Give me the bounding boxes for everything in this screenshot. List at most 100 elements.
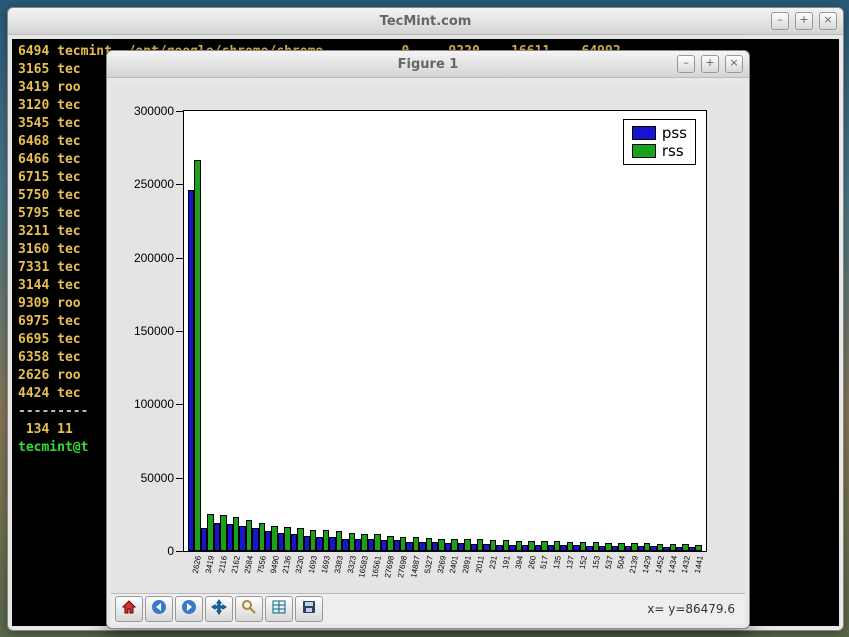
bar-group <box>650 111 663 551</box>
bar-group <box>599 111 612 551</box>
figure-close-button[interactable]: × <box>725 55 743 73</box>
y-tick-label: 0 <box>167 544 174 558</box>
forward-button[interactable] <box>175 596 203 622</box>
bar-group <box>355 111 368 551</box>
y-tick <box>176 478 184 479</box>
configure-icon <box>271 599 287 619</box>
legend-entry-pss: pss <box>632 124 687 142</box>
terminal-maximize-button[interactable]: + <box>795 12 813 30</box>
x-tick-label: 2136 <box>281 555 293 574</box>
bar-group <box>304 111 317 551</box>
y-tick-label: 50000 <box>141 471 174 485</box>
bar-group <box>689 111 702 551</box>
x-tick-label: 2139 <box>628 555 640 574</box>
arrow-right-icon <box>181 599 197 619</box>
x-tick-label: 14887 <box>409 555 422 578</box>
y-tick-label: 250000 <box>134 177 174 191</box>
terminal-minimize-button[interactable]: – <box>771 12 789 30</box>
move-icon <box>211 599 227 619</box>
y-tick-label: 100000 <box>134 397 174 411</box>
y-tick-label: 200000 <box>134 251 174 265</box>
x-tick-label: 1693 <box>320 555 332 574</box>
bar-rss <box>695 545 701 551</box>
bar-group <box>535 111 548 551</box>
bar-group <box>227 111 240 551</box>
y-tick <box>176 258 184 259</box>
x-tick-label: 2891 <box>461 555 473 574</box>
bar-group <box>214 111 227 551</box>
bar-group <box>625 111 638 551</box>
x-tick-label: 1434 <box>667 555 679 574</box>
x-tick-label: 9490 <box>268 555 280 574</box>
bar-group <box>394 111 407 551</box>
y-tick-label: 300000 <box>134 104 174 118</box>
x-tick-label: 1693 <box>307 555 319 574</box>
terminal-close-button[interactable]: × <box>819 12 837 30</box>
x-tick-label: 27698 <box>383 555 396 578</box>
bar-group <box>676 111 689 551</box>
save-icon <box>301 599 317 619</box>
bar-group <box>445 111 458 551</box>
figure-title: Figure 1 <box>107 57 749 72</box>
bar-group <box>239 111 252 551</box>
figure-canvas: 050000100000150000200000250000300000 262… <box>111 82 745 593</box>
bar-group <box>316 111 329 551</box>
x-tick-label: 2584 <box>243 555 255 574</box>
bar-group <box>432 111 445 551</box>
bar-group <box>368 111 381 551</box>
home-icon <box>121 599 137 619</box>
x-tick-label: 231 <box>488 555 499 570</box>
subplots-button[interactable] <box>265 596 293 622</box>
figure-minimize-button[interactable]: – <box>677 55 695 73</box>
legend-label-rss: rss <box>662 142 684 160</box>
legend-swatch-pss <box>632 126 656 140</box>
bar-group <box>342 111 355 551</box>
bar-group <box>265 111 278 551</box>
x-tick-label: 1452 <box>654 555 666 574</box>
bar-group <box>471 111 484 551</box>
x-tick-label: 260 <box>526 555 537 570</box>
bar-group <box>329 111 342 551</box>
bar-group <box>458 111 471 551</box>
y-tick <box>176 551 184 552</box>
bar-group <box>663 111 676 551</box>
legend-label-pss: pss <box>662 124 687 142</box>
x-tick-label: 1429 <box>641 555 653 574</box>
back-button[interactable] <box>145 596 173 622</box>
bar-group <box>586 111 599 551</box>
zoom-button[interactable] <box>235 596 263 622</box>
x-tick-label: 3419 <box>204 555 216 574</box>
y-tick <box>176 184 184 185</box>
x-tick-label: 153 <box>590 555 601 570</box>
terminal-title: TecMint.com <box>8 14 843 29</box>
coordinate-readout: x= y=86479.6 <box>647 602 741 616</box>
x-tick-label: 152 <box>578 555 589 570</box>
x-tick-label: 137 <box>565 555 576 570</box>
bar-group <box>573 111 586 551</box>
figure-window: Figure 1 – + × 0500001000001500002000002… <box>106 50 750 629</box>
save-button[interactable] <box>295 596 323 622</box>
y-tick <box>176 404 184 405</box>
x-tick-label: 2011 <box>474 555 486 574</box>
x-tick-label: 2162 <box>230 555 242 574</box>
x-tick-label: 5327 <box>423 555 435 574</box>
pan-button[interactable] <box>205 596 233 622</box>
bar-group <box>201 111 214 551</box>
x-tick-label: 2401 <box>448 555 460 574</box>
legend-swatch-rss <box>632 144 656 158</box>
home-button[interactable] <box>115 596 143 622</box>
bar-group <box>612 111 625 551</box>
y-tick <box>176 111 184 112</box>
x-tick-label: 16561 <box>370 555 383 578</box>
x-tick-label: 394 <box>513 555 524 570</box>
figure-window-controls: – + × <box>677 55 743 73</box>
bar-group <box>496 111 509 551</box>
bar-group <box>509 111 522 551</box>
x-tick-label: 3230 <box>294 555 306 574</box>
bar-group <box>560 111 573 551</box>
figure-titlebar: Figure 1 – + × <box>107 51 749 78</box>
x-tick-label: 537 <box>603 555 614 570</box>
x-tick-label: 7556 <box>256 555 268 574</box>
bar-group <box>419 111 432 551</box>
figure-maximize-button[interactable]: + <box>701 55 719 73</box>
